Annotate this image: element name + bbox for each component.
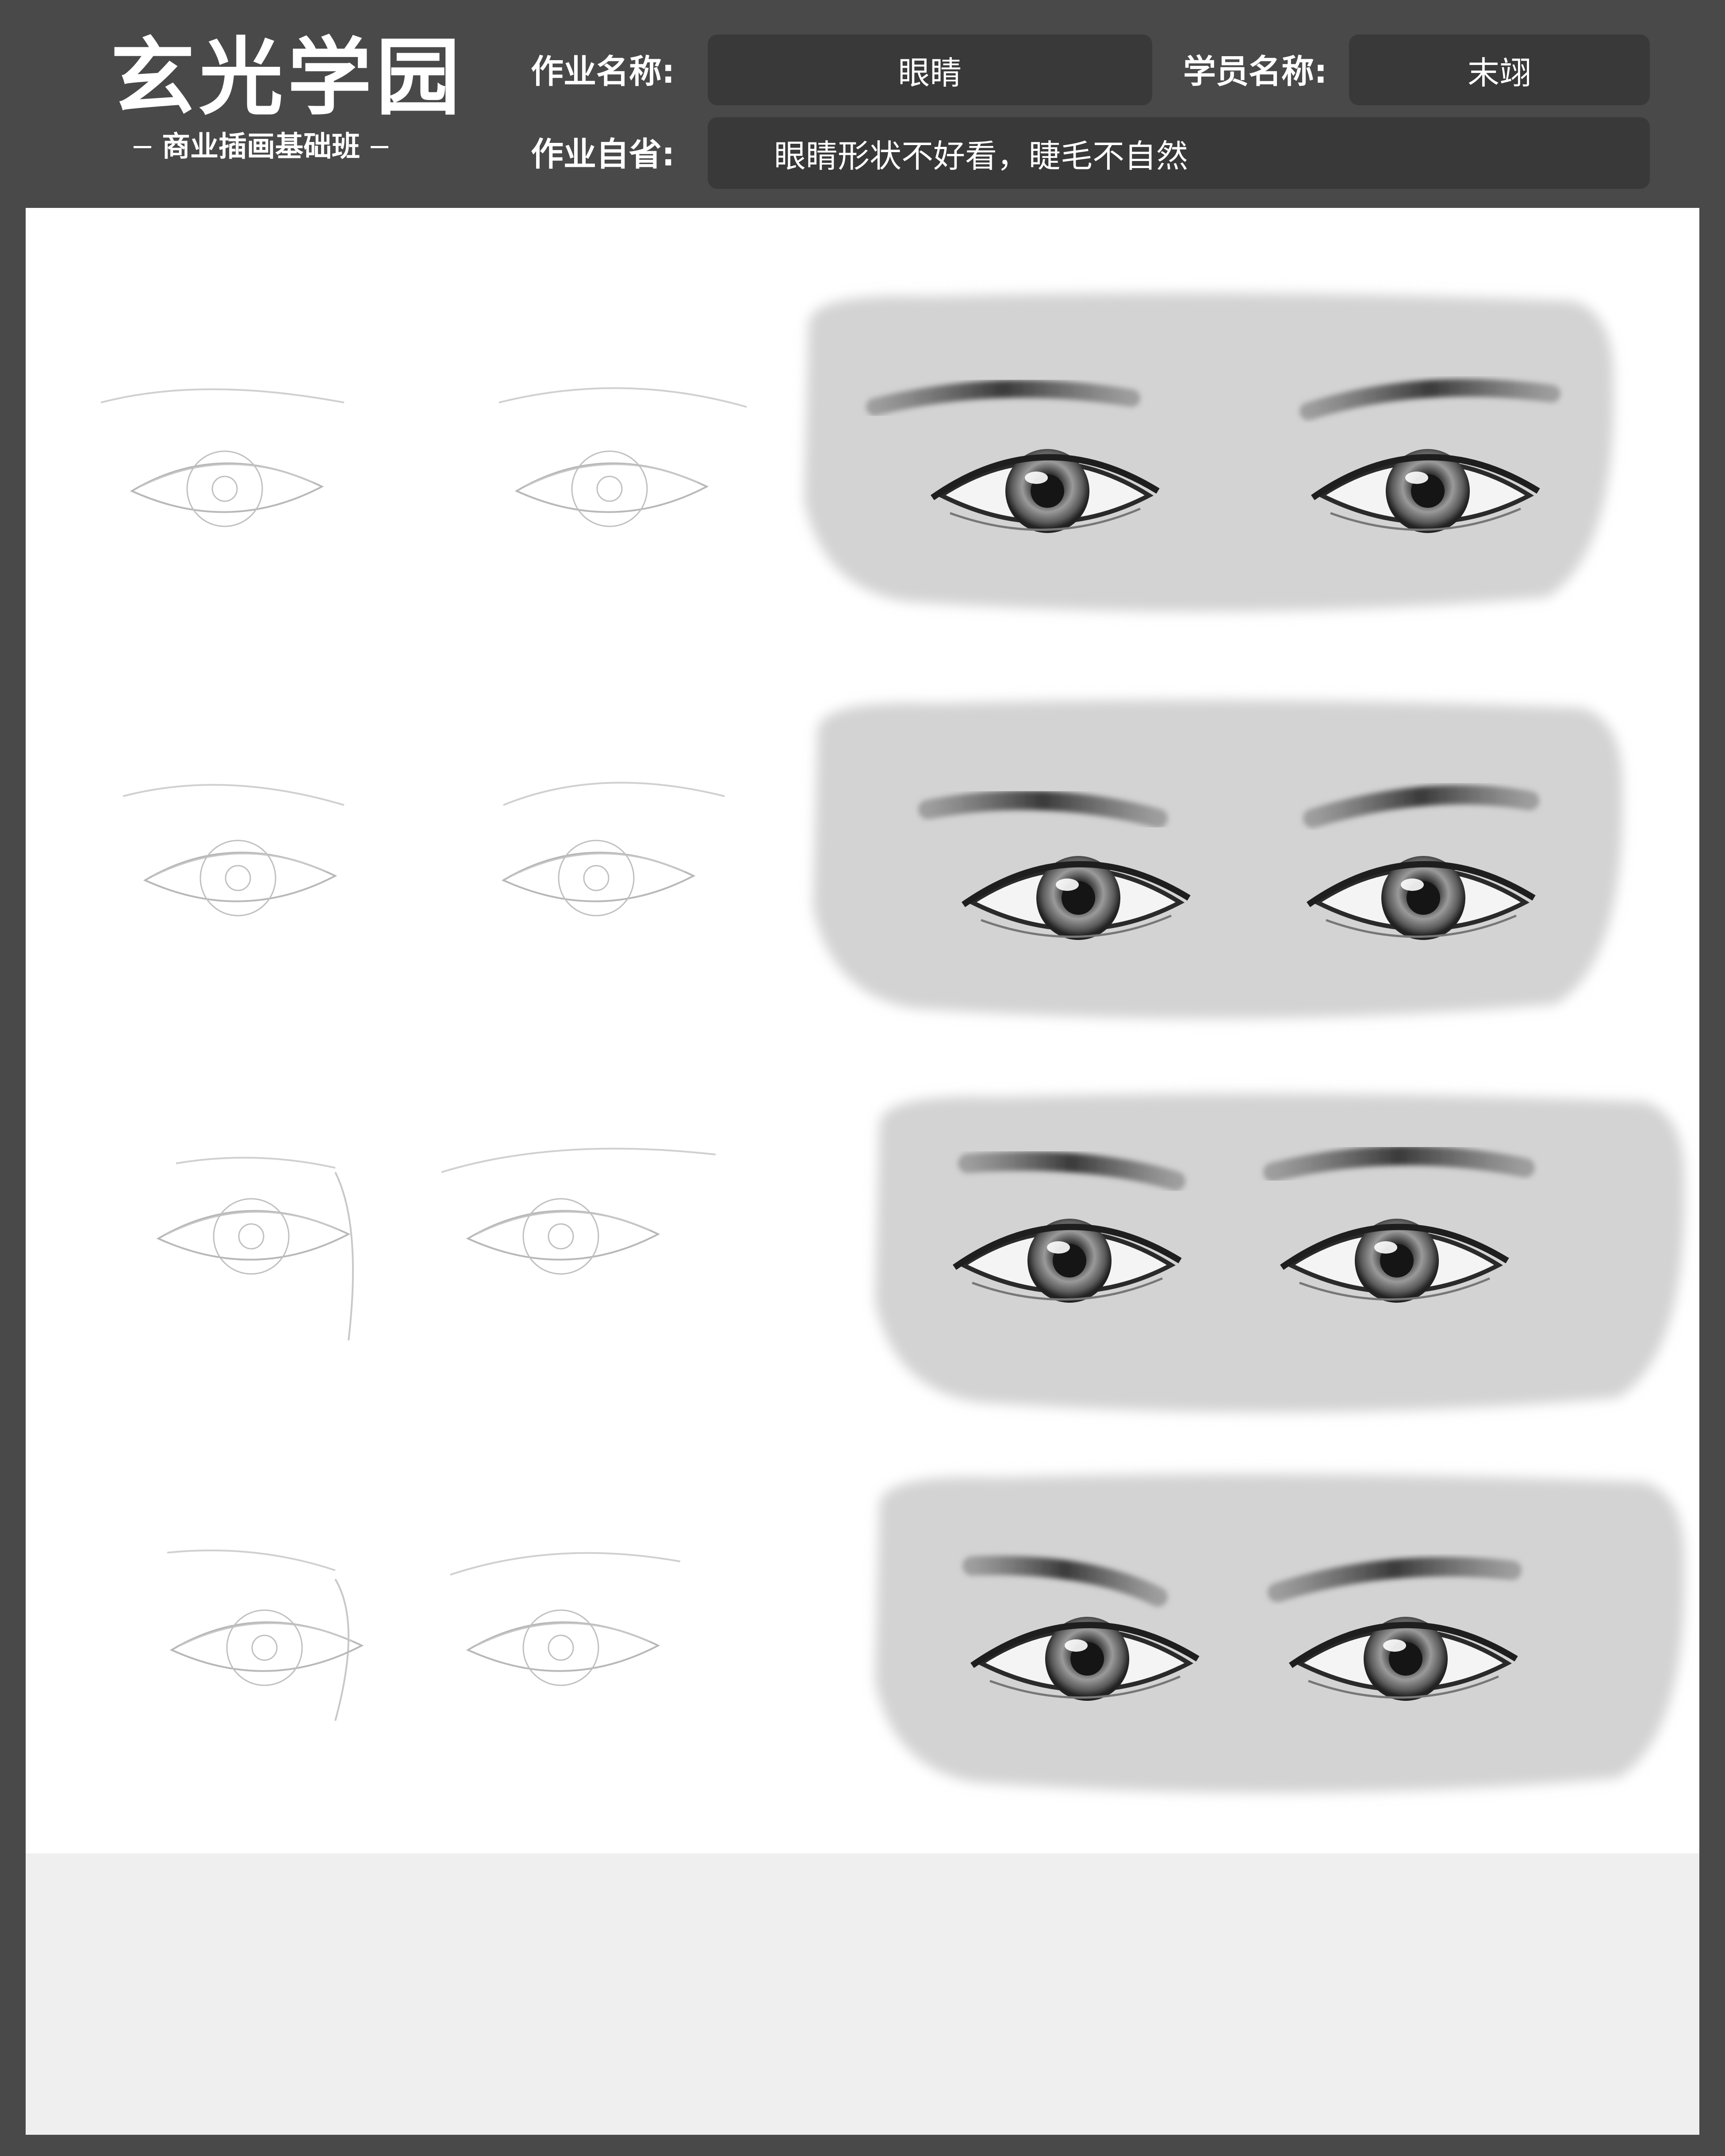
row3-sketch <box>157 1147 716 1341</box>
row3-painting <box>875 1093 1685 1412</box>
row2-painting <box>813 700 1623 1019</box>
student-field: 末翊 <box>1349 35 1650 105</box>
row1-sketch <box>100 387 747 527</box>
assignment-field: 眼睛 <box>708 35 1152 105</box>
right-dash <box>371 146 388 148</box>
row2-sketch <box>123 782 725 917</box>
eye-study-artwork <box>100 293 1685 1793</box>
reflection-label: 作业自省: <box>531 135 675 173</box>
artwork-canvas <box>26 208 1699 2135</box>
reflection-field: 眼睛形状不好看，睫毛不自然 <box>708 117 1650 189</box>
left-dash <box>134 146 151 148</box>
row1-painting <box>804 293 1614 612</box>
row4-painting <box>875 1474 1685 1793</box>
row4-sketch <box>167 1550 681 1721</box>
logo-subtitle: 商业插画基础班 <box>111 133 411 161</box>
logo-subtitle-text: 商业插画基础班 <box>162 130 360 163</box>
header: 玄光学园 商业插画基础班 作业名称: 眼睛 学员名称: 末翊 作业自省: 眼睛形… <box>0 0 1725 208</box>
assignment-label: 作业名称: <box>531 53 675 91</box>
empty-critique-strip <box>26 1853 1699 2135</box>
logo-title: 玄光学园 <box>111 28 465 127</box>
student-label: 学员名称: <box>1183 53 1327 91</box>
